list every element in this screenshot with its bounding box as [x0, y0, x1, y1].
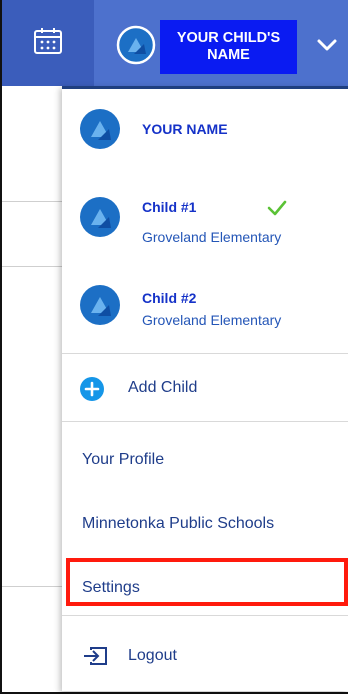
- selected-check-icon: [267, 200, 287, 216]
- child-avatar-icon: [80, 285, 120, 325]
- chevron-down-icon[interactable]: [316, 38, 338, 52]
- child-school: Groveland Elementary: [142, 312, 282, 328]
- logout-icon: [84, 647, 107, 665]
- avatar-icon: [116, 25, 156, 65]
- child-name-line-2: NAME: [207, 47, 250, 63]
- settings-link[interactable]: Settings: [82, 579, 140, 597]
- window-border-left: [0, 0, 2, 694]
- divider: [62, 353, 348, 354]
- background-divider: [2, 586, 62, 587]
- calendar-icon: [34, 28, 62, 54]
- add-circle-icon: [80, 377, 104, 401]
- background-divider: [2, 266, 62, 267]
- child-name-line-1: YOUR CHILD'S: [176, 30, 281, 46]
- child-name-button[interactable]: YOUR CHILD'S NAME: [160, 20, 297, 74]
- child-name: Child #2: [142, 290, 197, 306]
- your-profile-link[interactable]: Your Profile: [82, 451, 164, 469]
- child-avatar-icon: [80, 197, 120, 237]
- divider: [62, 421, 348, 422]
- account-dropdown-menu: YOUR NAME Child #1 Groveland Elementary …: [62, 86, 348, 691]
- logout-label: Logout: [128, 647, 177, 664]
- user-avatar-icon: [80, 109, 120, 149]
- child-name: Child #1: [142, 199, 197, 215]
- background-divider: [2, 201, 62, 202]
- add-child-label: Add Child: [128, 379, 198, 396]
- divider: [62, 615, 348, 616]
- user-name: YOUR NAME: [142, 121, 228, 137]
- child-school: Groveland Elementary: [142, 229, 282, 245]
- calendar-button[interactable]: [2, 0, 94, 86]
- district-link[interactable]: Minnetonka Public Schools: [82, 515, 274, 533]
